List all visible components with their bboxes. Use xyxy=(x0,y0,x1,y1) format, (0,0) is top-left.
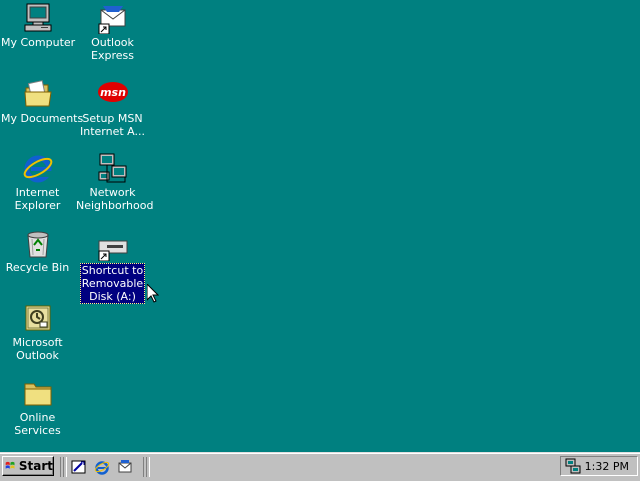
msn-icon: msn xyxy=(97,78,129,110)
network-neighborhood-icon xyxy=(97,152,129,184)
icon-label-line: Services xyxy=(14,424,61,437)
icon-label: Internet Explorer xyxy=(0,186,75,212)
icon-label: Online Services xyxy=(0,411,75,437)
icon-label-line: Recycle Bin xyxy=(5,261,70,274)
taskbar-clock[interactable]: 1:32 PM xyxy=(585,460,629,473)
icon-label-line: Express xyxy=(91,49,134,62)
recycle-bin-icon xyxy=(22,227,54,259)
icon-label: Outlook Express xyxy=(75,36,150,62)
desktop-icon-my-computer[interactable]: My Computer xyxy=(0,2,75,49)
system-tray: 1:32 PM xyxy=(560,456,638,476)
outlook-express-icon[interactable] xyxy=(117,459,133,475)
icon-label-line: Shortcut to xyxy=(81,264,144,277)
icon-label-line: Removable xyxy=(81,277,144,290)
icon-label-line: Explorer xyxy=(14,199,61,212)
start-label: Start xyxy=(18,459,53,473)
icon-label: My Documents xyxy=(0,112,84,125)
icon-label: Setup MSN Internet A... xyxy=(75,112,150,138)
icon-label-line: Online xyxy=(19,411,56,424)
svg-text:msn: msn xyxy=(100,86,126,99)
icon-label-line: Outlook xyxy=(16,349,59,362)
show-desktop-icon[interactable] xyxy=(71,459,87,475)
icon-label-line: Outlook xyxy=(91,36,134,49)
desktop-icon-microsoft-outlook[interactable]: Microsoft Outlook xyxy=(0,302,75,362)
desktop-icon-outlook-express[interactable]: Outlook Express xyxy=(75,2,150,62)
icon-label: Recycle Bin xyxy=(0,261,75,274)
start-button[interactable]: Start xyxy=(2,456,54,476)
internet-explorer-icon xyxy=(22,152,54,184)
desktop-icon-online-services[interactable]: Online Services xyxy=(0,377,75,437)
icon-label-line: Microsoft xyxy=(12,336,63,349)
icon-label-line: Network xyxy=(89,186,136,199)
desktop-icon-removable-disk-shortcut[interactable]: Shortcut to Removable Disk (A:) xyxy=(75,237,150,304)
network-tray-icon[interactable] xyxy=(565,458,581,474)
desktop-icon-setup-msn[interactable]: msn Setup MSN Internet A... xyxy=(75,78,150,138)
mouse-cursor-icon xyxy=(147,284,159,303)
removable-disk-shortcut-icon xyxy=(97,237,129,262)
outlook-icon xyxy=(22,302,54,334)
folder-icon xyxy=(22,377,54,409)
taskbar-separator xyxy=(63,457,67,477)
outlook-express-icon xyxy=(97,2,129,35)
icon-label-line: Disk (A:) xyxy=(89,290,136,303)
icon-label: Network Neighborhood xyxy=(75,186,154,212)
desktop: My Computer My Documents Internet Explor… xyxy=(0,0,640,452)
icon-label-line: Setup MSN xyxy=(82,112,143,125)
icon-label-line: My Computer xyxy=(1,36,76,49)
icon-label: My Computer xyxy=(0,36,75,49)
icon-label-line: Internet xyxy=(15,186,60,199)
desktop-icon-network-neighborhood[interactable]: Network Neighborhood xyxy=(75,152,154,212)
folder-documents-icon xyxy=(22,78,54,110)
icon-label-line: Internet A... xyxy=(80,125,145,138)
desktop-icon-my-documents[interactable]: My Documents xyxy=(0,78,84,125)
icon-label: Shortcut to Removable Disk (A:) xyxy=(79,263,146,304)
taskbar: Start 1:32 PM xyxy=(0,452,640,481)
desktop-icon-internet-explorer[interactable]: Internet Explorer xyxy=(0,152,75,212)
icon-label: Microsoft Outlook xyxy=(0,336,75,362)
windows-logo-icon xyxy=(5,461,15,469)
icon-label-line: Neighborhood xyxy=(76,199,154,212)
my-computer-icon xyxy=(22,2,54,34)
taskbar-separator xyxy=(146,457,150,477)
desktop-icon-recycle-bin[interactable]: Recycle Bin xyxy=(0,227,75,274)
internet-explorer-icon[interactable] xyxy=(94,459,110,475)
icon-label-line: My Documents xyxy=(1,112,84,125)
